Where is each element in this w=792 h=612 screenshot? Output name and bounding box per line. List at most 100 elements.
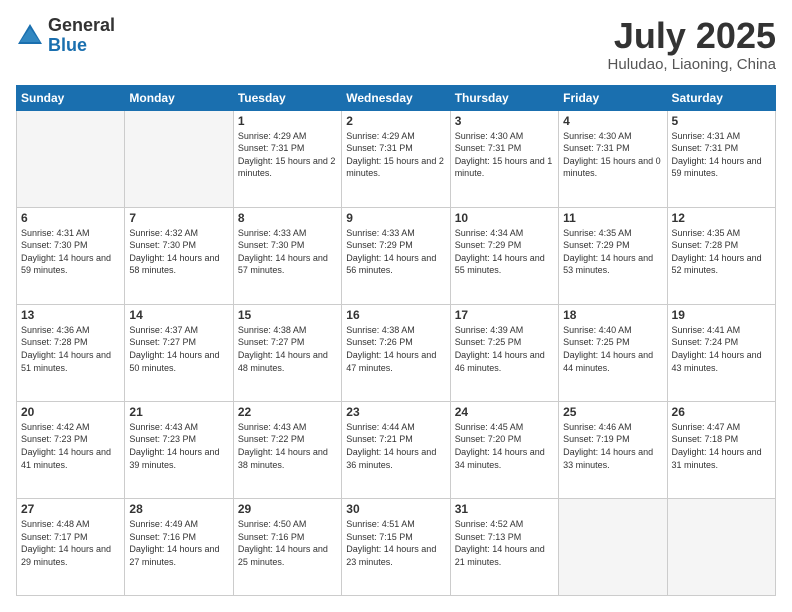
cell-details: Sunrise: 4:38 AMSunset: 7:26 PMDaylight:… [346,324,445,374]
calendar-cell: 14Sunrise: 4:37 AMSunset: 7:27 PMDayligh… [125,304,233,401]
day-number: 21 [129,405,228,419]
calendar-cell [559,498,667,595]
cell-details: Sunrise: 4:35 AMSunset: 7:28 PMDaylight:… [672,227,771,277]
day-number: 25 [563,405,662,419]
day-number: 31 [455,502,554,516]
cell-details: Sunrise: 4:34 AMSunset: 7:29 PMDaylight:… [455,227,554,277]
calendar-cell: 21 Sunrise: 4:43 AMSunset: 7:23 PMDayligh… [125,401,233,498]
calendar-cell: 1 Sunrise: 4:29 AMSunset: 7:31 PMDaylight… [233,110,341,207]
cell-details: Sunrise: 4:39 AMSunset: 7:25 PMDaylight:… [455,324,554,374]
calendar-table: SundayMondayTuesdayWednesdayThursdayFrid… [16,85,776,596]
calendar-week-row: 20 Sunrise: 4:42 AMSunset: 7:23 PMDayligh… [17,401,776,498]
calendar-cell: 9Sunrise: 4:33 AMSunset: 7:29 PMDaylight… [342,207,450,304]
calendar-cell: 8Sunrise: 4:33 AMSunset: 7:30 PMDaylight… [233,207,341,304]
day-number: 7 [129,211,228,225]
logo-icon [16,22,44,50]
logo-blue: Blue [48,36,115,56]
cell-details: Sunrise: 4:30 AMSunset: 7:31 PMDaylight:… [455,130,554,180]
cell-details: Sunrise: 4:37 AMSunset: 7:27 PMDaylight:… [129,324,228,374]
cell-details: Sunrise: 4:47 AMSunset: 7:18 PMDaylight:… [672,421,771,471]
day-number: 5 [672,114,771,128]
weekday-header: Monday [125,85,233,110]
cell-details: Sunrise: 4:45 AMSunset: 7:20 PMDaylight:… [455,421,554,471]
calendar-cell: 6Sunrise: 4:31 AMSunset: 7:30 PMDaylight… [17,207,125,304]
calendar-cell: 29 Sunrise: 4:50 AMSunset: 7:16 PMDayligh… [233,498,341,595]
calendar-cell: 19Sunrise: 4:41 AMSunset: 7:24 PMDayligh… [667,304,775,401]
calendar-cell: 13 Sunrise: 4:36 AMSunset: 7:28 PMDayligh… [17,304,125,401]
cell-details: Sunrise: 4:36 AMSunset: 7:28 PMDaylight:… [21,324,120,374]
calendar-week-row: 13 Sunrise: 4:36 AMSunset: 7:28 PMDayligh… [17,304,776,401]
calendar-cell: 4 Sunrise: 4:30 AMSunset: 7:31 PMDaylight… [559,110,667,207]
cell-details: Sunrise: 4:43 AMSunset: 7:22 PMDaylight:… [238,421,337,471]
calendar-cell: 17 Sunrise: 4:39 AMSunset: 7:25 PMDayligh… [450,304,558,401]
calendar-cell: 5 Sunrise: 4:31 AMSunset: 7:31 PMDaylight… [667,110,775,207]
day-number: 2 [346,114,445,128]
day-number: 18 [563,308,662,322]
location: Huludao, Liaoning, China [608,56,776,73]
logo-text: General Blue [48,16,115,56]
calendar-cell: 28Sunrise: 4:49 AMSunset: 7:16 PMDayligh… [125,498,233,595]
title-block: July 2025 Huludao, Liaoning, China [608,16,776,73]
calendar-cell [17,110,125,207]
calendar-cell: 16Sunrise: 4:38 AMSunset: 7:26 PMDayligh… [342,304,450,401]
cell-details: Sunrise: 4:31 AMSunset: 7:31 PMDaylight:… [672,130,771,180]
logo-general: General [48,16,115,36]
day-number: 29 [238,502,337,516]
cell-details: Sunrise: 4:35 AMSunset: 7:29 PMDaylight:… [563,227,662,277]
day-number: 11 [563,211,662,225]
cell-details: Sunrise: 4:46 AMSunset: 7:19 PMDaylight:… [563,421,662,471]
weekday-header: Saturday [667,85,775,110]
weekday-header: Tuesday [233,85,341,110]
calendar-week-row: 27Sunrise: 4:48 AMSunset: 7:17 PMDayligh… [17,498,776,595]
day-number: 24 [455,405,554,419]
cell-details: Sunrise: 4:48 AMSunset: 7:17 PMDaylight:… [21,518,120,568]
day-number: 3 [455,114,554,128]
day-number: 6 [21,211,120,225]
calendar-cell: 15 Sunrise: 4:38 AMSunset: 7:27 PMDayligh… [233,304,341,401]
day-number: 12 [672,211,771,225]
day-number: 9 [346,211,445,225]
cell-details: Sunrise: 4:29 AMSunset: 7:31 PMDaylight:… [346,130,445,180]
day-number: 17 [455,308,554,322]
calendar-cell: 23Sunrise: 4:44 AMSunset: 7:21 PMDayligh… [342,401,450,498]
day-number: 4 [563,114,662,128]
calendar-cell: 18 Sunrise: 4:40 AMSunset: 7:25 PMDayligh… [559,304,667,401]
cell-details: Sunrise: 4:42 AMSunset: 7:23 PMDaylight:… [21,421,120,471]
calendar-page: General Blue July 2025 Huludao, Liaoning… [0,0,792,612]
day-number: 23 [346,405,445,419]
day-number: 15 [238,308,337,322]
weekday-header-row: SundayMondayTuesdayWednesdayThursdayFrid… [17,85,776,110]
cell-details: Sunrise: 4:43 AMSunset: 7:23 PMDaylight:… [129,421,228,471]
cell-details: Sunrise: 4:52 AMSunset: 7:13 PMDaylight:… [455,518,554,568]
cell-details: Sunrise: 4:29 AMSunset: 7:31 PMDaylight:… [238,130,337,180]
calendar-cell: 2 Sunrise: 4:29 AMSunset: 7:31 PMDaylight… [342,110,450,207]
calendar-cell: 11 Sunrise: 4:35 AMSunset: 7:29 PMDayligh… [559,207,667,304]
day-number: 26 [672,405,771,419]
calendar-cell: 27Sunrise: 4:48 AMSunset: 7:17 PMDayligh… [17,498,125,595]
cell-details: Sunrise: 4:38 AMSunset: 7:27 PMDaylight:… [238,324,337,374]
month-title: July 2025 [608,16,776,56]
cell-details: Sunrise: 4:33 AMSunset: 7:30 PMDaylight:… [238,227,337,277]
day-number: 13 [21,308,120,322]
calendar-cell: 30Sunrise: 4:51 AMSunset: 7:15 PMDayligh… [342,498,450,595]
calendar-cell: 20 Sunrise: 4:42 AMSunset: 7:23 PMDayligh… [17,401,125,498]
calendar-week-row: 1 Sunrise: 4:29 AMSunset: 7:31 PMDaylight… [17,110,776,207]
day-number: 20 [21,405,120,419]
day-number: 22 [238,405,337,419]
calendar-cell: 12 Sunrise: 4:35 AMSunset: 7:28 PMDayligh… [667,207,775,304]
cell-details: Sunrise: 4:32 AMSunset: 7:30 PMDaylight:… [129,227,228,277]
day-number: 10 [455,211,554,225]
day-number: 19 [672,308,771,322]
day-number: 1 [238,114,337,128]
header: General Blue July 2025 Huludao, Liaoning… [16,16,776,73]
day-number: 28 [129,502,228,516]
weekday-header: Wednesday [342,85,450,110]
logo: General Blue [16,16,115,56]
cell-details: Sunrise: 4:30 AMSunset: 7:31 PMDaylight:… [563,130,662,180]
calendar-cell: 25 Sunrise: 4:46 AMSunset: 7:19 PMDayligh… [559,401,667,498]
cell-details: Sunrise: 4:40 AMSunset: 7:25 PMDaylight:… [563,324,662,374]
calendar-cell: 3 Sunrise: 4:30 AMSunset: 7:31 PMDaylight… [450,110,558,207]
cell-details: Sunrise: 4:50 AMSunset: 7:16 PMDaylight:… [238,518,337,568]
day-number: 30 [346,502,445,516]
calendar-cell: 26 Sunrise: 4:47 AMSunset: 7:18 PMDayligh… [667,401,775,498]
